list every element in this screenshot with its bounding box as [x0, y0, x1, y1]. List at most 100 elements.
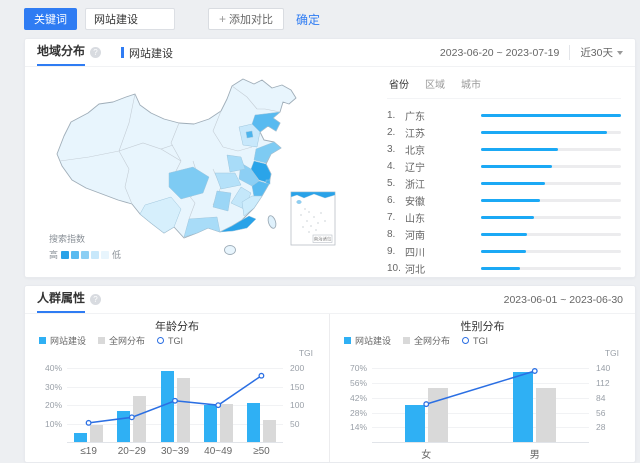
ranking-bar-fill — [481, 182, 545, 185]
granularity-tab-2[interactable]: 区域 — [425, 76, 445, 91]
keyword-bar — [161, 371, 174, 442]
ranking-row: 4.辽宁 — [387, 159, 621, 174]
ranking-row: 6.安徽 — [387, 193, 621, 208]
rank-number: 8. — [387, 229, 405, 240]
ranking-bar-fill — [481, 250, 526, 253]
province-ranking-panel: 省份区域城市 1.广东2.江苏3.北京4.辽宁5.浙江6.安徽7.山东8.河南9… — [383, 67, 635, 277]
right-axis-tick: 56 — [596, 408, 605, 418]
ranking-bar-track — [481, 216, 621, 219]
info-icon[interactable]: ? — [90, 294, 101, 305]
gridline — [372, 383, 589, 384]
gridline — [67, 387, 283, 388]
granularity-tab-3[interactable]: 城市 — [461, 76, 481, 91]
left-axis-tick: 10% — [33, 419, 62, 429]
province-name: 浙江 — [405, 176, 481, 191]
add-compare-button[interactable]: + 添加对比 — [208, 8, 284, 30]
series-legend-keyword[interactable]: 网站建设 — [121, 45, 173, 61]
series-color-bar — [121, 47, 124, 58]
region-header-right: 2023-06-20 ~ 2023-07-19 近30天 — [440, 45, 623, 60]
gridline — [372, 368, 589, 369]
legend-item-keyword[interactable]: 网站建设 — [344, 334, 391, 347]
gridline — [67, 368, 283, 369]
province-name: 河南 — [405, 227, 481, 242]
audience-card-body: 年龄分布 网站建设 全网分布 TGI TGI 10%5020%10030 — [25, 314, 635, 462]
keyword-bar — [117, 411, 130, 442]
ranking-bar-fill — [481, 267, 520, 270]
age-chart-canvas: TGI 10%5020%10030%15040%200≤1920~2930~39… — [33, 348, 321, 460]
province-name: 江苏 — [405, 125, 481, 140]
keyword-bar — [405, 405, 425, 442]
right-axis-tick: 100 — [290, 400, 304, 410]
tgi-swatch-icon — [462, 337, 469, 344]
confirm-link[interactable]: 确定 — [296, 11, 320, 28]
age-chart-title: 年龄分布 — [25, 318, 329, 333]
legend-item-keyword[interactable]: 网站建设 — [39, 334, 86, 347]
audience-card-header: 人群属性 ? 2023-06-01 ~ 2023-06-30 — [25, 286, 635, 314]
ranking-row: 3.北京 — [387, 142, 621, 157]
rank-number: 1. — [387, 110, 405, 121]
tab-region-distribution[interactable]: 地域分布 — [37, 39, 85, 66]
legend-item-tgi[interactable]: TGI — [157, 336, 183, 346]
south-china-sea-inset: 南海诸岛 — [291, 192, 335, 245]
period-dropdown[interactable]: 近30天 — [569, 45, 623, 60]
ranking-row: 7.山东 — [387, 210, 621, 225]
info-icon[interactable]: ? — [90, 47, 101, 58]
right-axis-tick: 50 — [290, 419, 299, 429]
ranking-bar-fill — [481, 199, 540, 202]
rank-number: 2. — [387, 127, 405, 138]
rank-number: 9. — [387, 246, 405, 257]
add-compare-label: 添加对比 — [229, 11, 273, 27]
region-distribution-card: 地域分布 ? 网站建设 2023-06-20 ~ 2023-07-19 近30天 — [24, 38, 636, 278]
keyword-bar — [513, 372, 533, 442]
overall-bar — [536, 388, 556, 442]
ranking-bar-track — [481, 267, 621, 270]
legend-item-overall[interactable]: 全网分布 — [98, 334, 145, 347]
province-name: 北京 — [405, 142, 481, 157]
overall-bar — [263, 420, 276, 442]
region-granularity-tabs: 省份 区域 城市 — [387, 71, 621, 99]
ranking-bar-fill — [481, 114, 621, 117]
keyword-button[interactable]: 关键词 — [24, 8, 77, 30]
map-legend: 搜索指数 高 低 — [49, 232, 121, 261]
right-axis-label: TGI — [605, 348, 619, 358]
keyword-toolbar: 关键词 + 添加对比 确定 — [24, 7, 636, 31]
rank-number: 5. — [387, 178, 405, 189]
province-name: 山东 — [405, 210, 481, 225]
province-name: 辽宁 — [405, 159, 481, 174]
left-axis-tick: 20% — [33, 400, 62, 410]
overall-bar — [133, 396, 146, 442]
overall-bar — [220, 404, 233, 442]
map-legend-low: 低 — [112, 248, 121, 261]
ranking-row: 1.广东 — [387, 108, 621, 123]
rank-number: 7. — [387, 212, 405, 223]
rank-number: 10. — [387, 263, 405, 274]
keyword-swatch-icon — [344, 337, 351, 344]
left-axis-tick: 56% — [338, 378, 367, 388]
province-name: 河北 — [405, 261, 481, 276]
age-chart-legend: 网站建设 全网分布 TGI — [25, 333, 329, 347]
map-scale-swatch — [81, 251, 89, 259]
china-map-panel: 南海诸岛 搜索指数 高 低 — [25, 67, 383, 277]
ranking-bar-fill — [481, 233, 527, 236]
map-scale-swatch — [91, 251, 99, 259]
map-scale-swatch — [71, 251, 79, 259]
x-axis-label: 男 — [505, 446, 565, 461]
right-axis-tick: 112 — [596, 378, 610, 388]
right-axis-label: TGI — [299, 348, 313, 358]
plus-icon: + — [219, 12, 226, 26]
legend-item-tgi[interactable]: TGI — [462, 336, 488, 346]
ranking-bar-fill — [481, 216, 534, 219]
keyword-input[interactable] — [85, 8, 175, 30]
granularity-tab-1[interactable]: 省份 — [389, 76, 409, 91]
audience-attributes-card: 人群属性 ? 2023-06-01 ~ 2023-06-30 年龄分布 网站建设… — [24, 285, 636, 463]
tab-audience-attributes[interactable]: 人群属性 — [37, 286, 85, 313]
gender-chart-canvas: TGI 14%2828%5642%8456%11270%140女男 — [338, 348, 627, 460]
ranking-bar-track — [481, 114, 621, 117]
ranking-bar-track — [481, 165, 621, 168]
x-axis-label: ≥50 — [231, 446, 291, 457]
legend-item-overall[interactable]: 全网分布 — [403, 334, 450, 347]
age-distribution-chart: 年龄分布 网站建设 全网分布 TGI TGI 10%5020%10030 — [25, 314, 330, 462]
period-label: 近30天 — [580, 45, 613, 60]
map-scale-swatches — [61, 251, 109, 259]
inset-label: 南海诸岛 — [314, 236, 332, 243]
